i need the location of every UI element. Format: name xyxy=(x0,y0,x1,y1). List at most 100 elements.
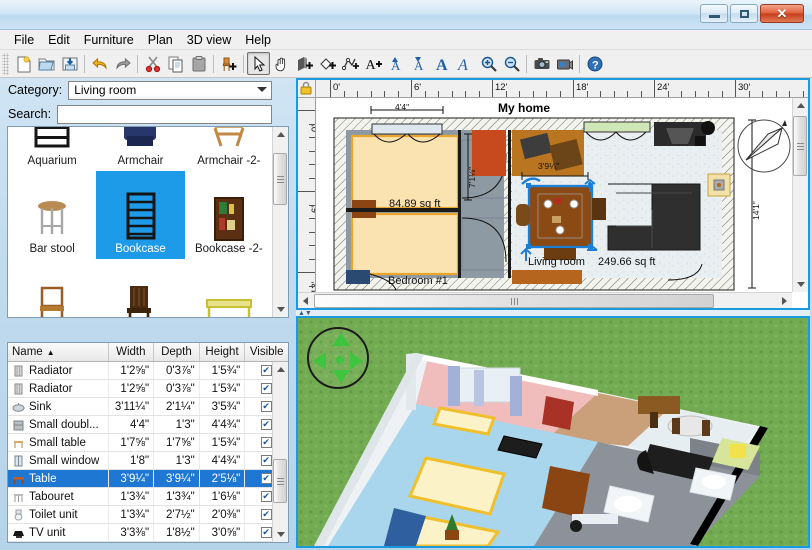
catalog-scroll-up-button[interactable] xyxy=(273,127,288,142)
table-row[interactable]: Small doubl...4'4"1'3"4'4¾"✔ xyxy=(8,416,288,434)
furniture-scroll-down-button[interactable] xyxy=(273,527,288,542)
column-header-name[interactable]: Name ▲ xyxy=(8,343,109,361)
plan-scroll-left-button[interactable] xyxy=(298,293,313,308)
column-header-height[interactable]: Height xyxy=(200,343,246,361)
table-row[interactable]: Toilet unit1'3¾"2'7½"2'0⅜"✔ xyxy=(8,506,288,524)
zoom-in-button[interactable] xyxy=(477,52,500,75)
furniture-list-table[interactable]: Name ▲ Width Depth Height Visible Radiat… xyxy=(7,342,289,543)
menu-item-3d-view[interactable]: 3D view xyxy=(180,32,238,48)
3d-view-pane[interactable] xyxy=(296,316,810,548)
select-mode-button[interactable] xyxy=(247,52,270,75)
visible-checkbox[interactable]: ✔ xyxy=(261,455,272,466)
catalog-item[interactable]: Aquarium xyxy=(8,126,96,171)
plan-scrollbar-horizontal[interactable] xyxy=(298,292,792,308)
plan-scroll-thumb-horizontal[interactable] xyxy=(314,294,714,308)
catalog-grid[interactable]: AquariumArmchairArmchair -2-Bar stoolBoo… xyxy=(7,126,289,318)
catalog-item[interactable]: Chair xyxy=(8,259,96,318)
visible-checkbox[interactable]: ✔ xyxy=(261,527,272,538)
table-row[interactable]: Sink3'11¼"2'1¼"3'5¾"✔ xyxy=(8,398,288,416)
visible-checkbox[interactable]: ✔ xyxy=(261,473,272,484)
visible-checkbox[interactable]: ✔ xyxy=(261,401,272,412)
new-home-button[interactable] xyxy=(12,52,35,75)
table-row[interactable]: Radiator1'2⅝"0'3⅞"1'5¾"✔ xyxy=(8,362,288,380)
italic-style-button[interactable]: A xyxy=(454,52,477,75)
furniture-scrollbar-vertical[interactable] xyxy=(272,362,288,542)
visible-checkbox[interactable]: ✔ xyxy=(261,383,272,394)
catalog-item[interactable]: Coffee table xyxy=(185,259,273,318)
close-button[interactable]: ✕ xyxy=(760,4,804,23)
redo-button[interactable] xyxy=(111,52,134,75)
furniture-scroll-up-button[interactable] xyxy=(273,362,288,377)
copy-button[interactable] xyxy=(164,52,187,75)
catalog-scroll-down-button[interactable] xyxy=(273,302,288,317)
create-rooms-button[interactable] xyxy=(316,52,339,75)
table-row[interactable]: Table3'9¼"3'9¼"2'5⅛"✔ xyxy=(8,470,288,488)
menu-item-edit[interactable]: Edit xyxy=(41,32,77,48)
undo-button[interactable] xyxy=(88,52,111,75)
catalog-item[interactable]: Bookcase -2- xyxy=(185,171,273,259)
menu-item-file[interactable]: File xyxy=(7,32,41,48)
add-text-button[interactable]: A xyxy=(362,52,385,75)
plan-canvas[interactable]: My home 4'4" 7'1⅛" 3'9¼" 14'1" 84.89 sq … xyxy=(316,98,792,292)
create-polyline-button[interactable] xyxy=(339,52,362,75)
table-row[interactable]: Tabouret1'3¾"1'3¾"1'6⅛"✔ xyxy=(8,488,288,506)
plan-view-pane[interactable]: 0'6'12'18'24'30' 0'6'12' xyxy=(296,78,810,310)
visible-checkbox[interactable]: ✔ xyxy=(261,437,272,448)
pan-mode-button[interactable] xyxy=(270,52,293,75)
photo-create-button[interactable] xyxy=(530,52,553,75)
table-row[interactable]: Small table1'7⅝"1'7⅝"1'5¾"✔ xyxy=(8,434,288,452)
open-home-button[interactable] xyxy=(35,52,58,75)
nav-left-arrow-icon[interactable] xyxy=(313,352,326,370)
ruler-tick-major xyxy=(654,80,655,97)
nav-down-arrow-icon[interactable] xyxy=(332,370,350,383)
furniture-scroll-thumb[interactable] xyxy=(273,459,287,503)
table-row[interactable]: Small window1'8"1'3"4'4¾"✔ xyxy=(8,452,288,470)
plan-scroll-thumb-vertical[interactable] xyxy=(793,116,807,176)
nav-right-arrow-icon[interactable] xyxy=(350,352,363,370)
zoom-out-button[interactable] xyxy=(500,52,523,75)
bold-style-button[interactable]: A xyxy=(431,52,454,75)
visible-checkbox[interactable]: ✔ xyxy=(261,419,272,430)
decrease-text-size-button[interactable]: A xyxy=(408,52,431,75)
visible-checkbox[interactable]: ✔ xyxy=(261,509,272,520)
column-header-width[interactable]: Width xyxy=(109,343,155,361)
plan-scroll-right-button[interactable] xyxy=(777,293,792,308)
catalog-item[interactable]: Bar stool xyxy=(8,171,96,259)
visible-checkbox[interactable]: ✔ xyxy=(261,491,272,502)
nav-up-arrow-icon[interactable] xyxy=(332,333,350,346)
search-input[interactable] xyxy=(57,105,272,124)
catalog-scroll-thumb[interactable] xyxy=(273,153,287,205)
catalog-item[interactable]: Armchair -2- xyxy=(185,126,273,171)
plan-scroll-down-button[interactable] xyxy=(793,277,808,292)
menu-item-help[interactable]: Help xyxy=(238,32,278,48)
column-header-visible[interactable]: Visible xyxy=(245,343,288,361)
increase-text-size-button[interactable]: A xyxy=(385,52,408,75)
minimize-button[interactable] xyxy=(700,4,728,23)
video-create-button[interactable] xyxy=(553,52,576,75)
navigation-compass[interactable] xyxy=(307,327,369,389)
toolbar-drag-grip[interactable] xyxy=(2,53,9,75)
maximize-button[interactable] xyxy=(730,4,758,23)
table-row[interactable]: Radiator1'2⅝"0'3⅞"1'5¾"✔ xyxy=(8,380,288,398)
category-select[interactable]: Living room xyxy=(68,81,272,100)
create-walls-button[interactable] xyxy=(293,52,316,75)
cut-button[interactable] xyxy=(141,52,164,75)
cell-visible[interactable]: ✔ xyxy=(245,542,288,543)
table-row[interactable]: Venitian blind2'11⅞"0'3⅝"2'11¾"✔ xyxy=(8,542,288,543)
column-header-depth[interactable]: Depth xyxy=(154,343,200,361)
save-home-button[interactable] xyxy=(58,52,81,75)
menu-item-plan[interactable]: Plan xyxy=(141,32,180,48)
table-row[interactable]: TV unit3'3⅜"1'8½"3'0⅝"✔ xyxy=(8,524,288,542)
catalog-item[interactable]: Bookcase xyxy=(96,171,184,259)
cell-name: Table xyxy=(8,470,109,487)
help-button[interactable]: ? xyxy=(583,52,606,75)
plan-scroll-up-button[interactable] xyxy=(793,98,808,113)
catalog-item[interactable]: Chair -2- xyxy=(96,259,184,318)
cell-depth: 1'3¾" xyxy=(154,488,200,505)
nav-center-dot-icon[interactable] xyxy=(336,356,344,364)
paste-button[interactable] xyxy=(187,52,210,75)
visible-checkbox[interactable]: ✔ xyxy=(261,365,272,376)
menu-item-furniture[interactable]: Furniture xyxy=(77,32,141,48)
catalog-item[interactable]: Armchair xyxy=(96,126,184,171)
add-furniture-button[interactable] xyxy=(217,52,240,75)
